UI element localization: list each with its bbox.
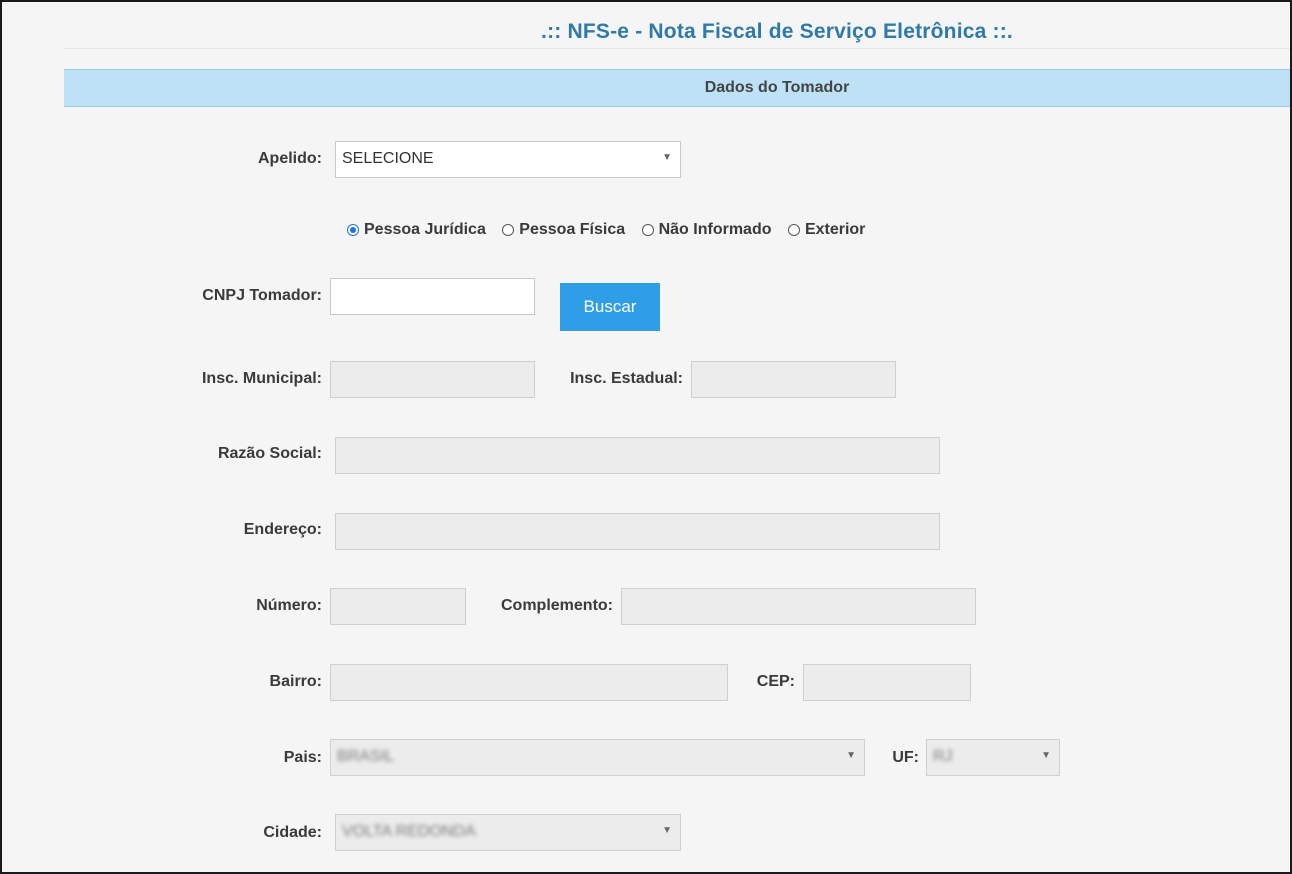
radio-label-pessoa-juridica: Pessoa Jurídica — [364, 221, 486, 238]
apelido-select-value: SELECIONE — [342, 150, 434, 167]
chevron-down-icon: ▼ — [662, 152, 672, 163]
cnpj-label: CNPJ Tomador: — [202, 287, 322, 304]
radio-unchecked-icon — [502, 224, 515, 236]
buscar-button[interactable]: Buscar — [560, 283, 660, 331]
radio-label-nao-informado: Não Informado — [658, 221, 772, 238]
uf-select[interactable]: RJ ▼ — [926, 739, 1060, 776]
radio-pessoa-juridica[interactable]: Pessoa Jurídica — [347, 221, 486, 239]
uf-select-value: RJ — [933, 748, 953, 765]
apelido-label: Apelido: — [258, 150, 322, 167]
endereco-input[interactable] — [335, 513, 940, 550]
cidade-label: Cidade: — [263, 824, 322, 841]
cidade-select[interactable]: VOLTA REDONDA ▼ — [335, 814, 681, 851]
cep-input[interactable] — [803, 664, 971, 701]
pais-select[interactable]: BRASIL ▼ — [330, 739, 865, 776]
chevron-down-icon: ▼ — [1041, 750, 1051, 761]
radio-nao-informado[interactable]: Não Informado — [641, 221, 772, 239]
cnpj-input[interactable] — [330, 278, 535, 315]
radio-label-pessoa-fisica: Pessoa Física — [519, 221, 626, 238]
chevron-down-icon: ▼ — [846, 750, 856, 761]
bairro-label: Bairro: — [269, 673, 322, 690]
radio-exterior[interactable]: Exterior — [787, 221, 866, 239]
cidade-select-value: VOLTA REDONDA — [342, 823, 476, 840]
radio-pessoa-fisica[interactable]: Pessoa Física — [502, 221, 625, 239]
chevron-down-icon: ▼ — [662, 825, 672, 836]
apelido-select[interactable]: SELECIONE ▼ — [335, 141, 681, 178]
title-divider — [64, 48, 1290, 49]
complemento-label: Complemento: — [501, 597, 613, 614]
person-type-radio-group: Pessoa Jurídica Pessoa Física Não Inform… — [347, 221, 877, 241]
razao-social-input[interactable] — [335, 437, 940, 474]
numero-input[interactable] — [330, 588, 466, 625]
razao-social-label: Razão Social: — [217, 445, 322, 462]
section-title: Dados do Tomador — [704, 79, 850, 96]
insc-estadual-label: Insc. Estadual: — [570, 370, 683, 387]
endereco-label: Endereço: — [243, 521, 322, 538]
uf-label: UF: — [892, 749, 919, 766]
pais-label: Pais: — [283, 749, 322, 766]
app-window: .:: NFS-e - Nota Fiscal de Serviço Eletr… — [0, 0, 1292, 874]
numero-label: Número: — [256, 597, 322, 614]
pais-select-value: BRASIL — [337, 748, 394, 765]
page-title: .:: NFS-e - Nota Fiscal de Serviço Eletr… — [541, 20, 1013, 43]
radio-label-exterior: Exterior — [804, 221, 866, 238]
insc-estadual-input[interactable] — [691, 361, 896, 398]
insc-municipal-input[interactable] — [330, 361, 535, 398]
radio-checked-icon — [347, 224, 359, 236]
cep-label: CEP: — [756, 673, 795, 690]
complemento-input[interactable] — [621, 588, 976, 625]
radio-unchecked-icon — [641, 224, 654, 236]
bairro-input[interactable] — [330, 664, 728, 701]
insc-municipal-label: Insc. Municipal: — [201, 370, 322, 387]
radio-unchecked-icon — [787, 224, 800, 236]
section-header: Dados do Tomador — [64, 69, 1290, 107]
